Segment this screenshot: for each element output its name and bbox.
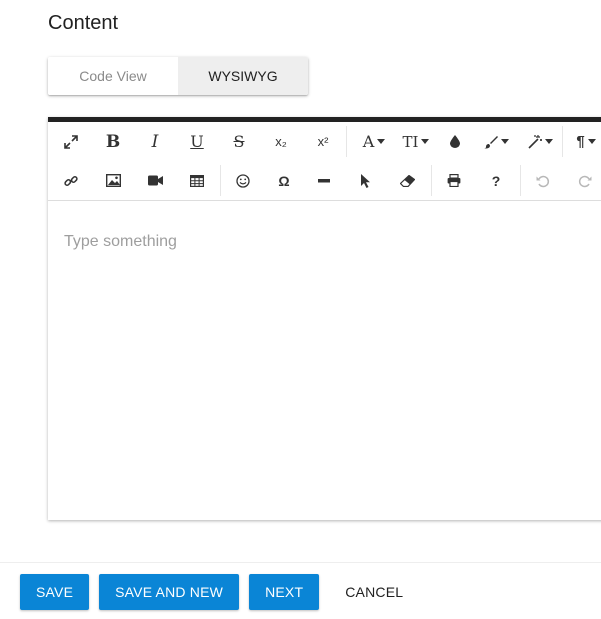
toolbar-separator	[520, 165, 521, 196]
paragraph-glyph: ¶	[576, 133, 585, 150]
cancel-button[interactable]: CANCEL	[329, 574, 419, 610]
help-icon[interactable]: ?	[479, 161, 513, 200]
fullscreen-icon[interactable]	[54, 122, 88, 161]
toolbar-separator	[431, 165, 432, 196]
paragraph-style-icon[interactable]	[476, 122, 516, 161]
link-icon[interactable]	[54, 161, 88, 200]
inline-style-icon[interactable]	[520, 122, 560, 161]
form-actions: SAVE SAVE AND NEW NEXT CANCEL	[20, 574, 429, 610]
bold-icon[interactable]: B	[96, 122, 130, 161]
special-characters-icon[interactable]: Ω	[267, 161, 301, 200]
view-toggle: Code View WYSIWYG	[48, 57, 308, 95]
chevron-down-icon	[587, 139, 596, 144]
redo-icon[interactable]	[568, 161, 601, 200]
chevron-down-icon	[500, 139, 509, 144]
toolbar-row-insert: Ω ?	[48, 161, 601, 200]
toolbar-row-formatting: B I U S x₂ x² A TI ¶	[48, 122, 601, 161]
font-size-icon[interactable]: TI	[396, 122, 436, 161]
section-title: Content	[48, 12, 119, 34]
toolbar-separator	[562, 126, 563, 157]
clear-formatting-icon[interactable]	[390, 161, 424, 200]
editor-placeholder: Type something	[64, 233, 177, 250]
chevron-down-icon	[377, 139, 386, 144]
underline-icon[interactable]: U	[180, 122, 214, 161]
emoticons-icon[interactable]	[226, 161, 260, 200]
editor-content-area[interactable]: Type something	[48, 201, 601, 520]
save-button[interactable]: SAVE	[20, 574, 90, 610]
color-icon[interactable]	[438, 122, 472, 161]
next-button[interactable]: NEXT	[249, 574, 320, 610]
strikethrough-icon[interactable]: S	[222, 122, 256, 161]
chevron-down-icon	[421, 139, 430, 144]
font-family-icon[interactable]: A	[354, 122, 394, 161]
font-size-glyph: TI	[402, 132, 419, 151]
undo-icon[interactable]	[526, 161, 560, 200]
chevron-down-icon	[544, 139, 553, 144]
horizontal-line-icon[interactable]	[307, 161, 341, 200]
rich-text-editor: B I U S x₂ x² A TI ¶ Ω ? Type something	[48, 117, 601, 520]
font-family-glyph: A	[362, 132, 375, 151]
italic-icon[interactable]: I	[138, 122, 172, 161]
superscript-icon[interactable]: x²	[306, 122, 340, 161]
subscript-icon[interactable]: x₂	[264, 122, 298, 161]
paragraph-format-icon[interactable]: ¶	[566, 122, 601, 161]
toolbar-separator	[346, 126, 347, 157]
print-icon[interactable]	[437, 161, 471, 200]
footer-divider	[0, 562, 601, 563]
save-and-new-button[interactable]: SAVE AND NEW	[99, 574, 240, 610]
video-icon[interactable]	[138, 161, 172, 200]
code-view-tab[interactable]: Code View	[48, 57, 178, 95]
wysiwyg-tab[interactable]: WYSIWYG	[178, 57, 308, 95]
select-all-icon[interactable]	[348, 161, 382, 200]
toolbar-separator	[220, 165, 221, 196]
image-icon[interactable]	[96, 161, 130, 200]
table-icon[interactable]	[180, 161, 214, 200]
